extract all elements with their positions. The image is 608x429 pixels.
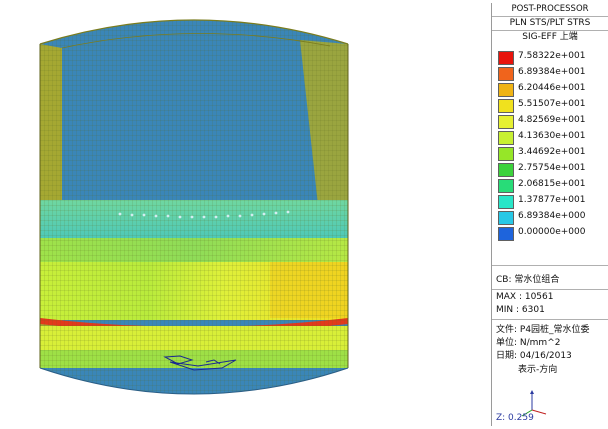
panel-title: POST-PROCESSOR [492, 3, 608, 17]
panel-component: SIG-EFF 上端 [522, 32, 578, 42]
legend-row: 7.58322e+001 [498, 50, 608, 66]
legend-swatch [498, 115, 514, 129]
legend-swatch [498, 227, 514, 241]
legend-value: 5.51507e+001 [518, 99, 586, 109]
legend-swatch [498, 195, 514, 209]
legend-value: 7.58322e+001 [518, 51, 586, 61]
legend-value: 2.75754e+001 [518, 163, 586, 173]
coord-z-readout: Z: 0.259 [496, 413, 534, 423]
legend-value: 1.37877e+001 [518, 195, 586, 205]
legend-swatch [498, 179, 514, 193]
legend-value: 6.89384e+000 [518, 211, 586, 221]
legend-value: 3.44692e+001 [518, 147, 586, 157]
legend-row: 2.75754e+001 [498, 162, 608, 178]
contour-legend: 7.58322e+001 6.89384e+001 6.20446e+001 5… [492, 50, 608, 242]
legend-swatch [498, 67, 514, 81]
file-name: 文件: P4园桩_常水位委 [496, 325, 590, 335]
panel-subtitle: PLN STS/PLT STRS [492, 17, 608, 31]
legend-swatch [498, 211, 514, 225]
model-viewport[interactable] [0, 0, 488, 427]
legend-swatch [498, 163, 514, 177]
legend-panel: POST-PROCESSOR PLN STS/PLT STRS SIG-EFF … [491, 3, 608, 426]
legend-swatch [498, 99, 514, 113]
view-direction-label: 表示-方向 [518, 365, 558, 375]
legend-row: 6.89384e+001 [498, 66, 608, 82]
legend-value: 4.13630e+001 [518, 131, 586, 141]
legend-row: 5.51507e+001 [498, 98, 608, 114]
legend-swatch [498, 51, 514, 65]
cylinder-contour-plot [39, 19, 349, 395]
legend-row: 4.82569e+001 [498, 114, 608, 130]
unit-label: 单位: N/mm^2 [496, 338, 561, 348]
legend-value: 6.20446e+001 [518, 83, 586, 93]
date-label: 日期: 04/16/2013 [496, 351, 572, 361]
min-value: MIN : 6301 [496, 305, 545, 315]
legend-row: 3.44692e+001 [498, 146, 608, 162]
view-axes-indicator[interactable]: Z: 0.259 [492, 380, 608, 426]
legend-row: 0.00000e+000 [498, 226, 608, 242]
legend-value: 4.82569e+001 [518, 115, 586, 125]
legend-row: 6.89384e+000 [498, 210, 608, 226]
legend-value: 0.00000e+000 [518, 227, 586, 237]
legend-row: 1.37877e+001 [498, 194, 608, 210]
legend-swatch [498, 83, 514, 97]
legend-row: 2.06815e+001 [498, 178, 608, 194]
legend-value: 2.06815e+001 [518, 179, 586, 189]
legend-value: 6.89384e+001 [518, 67, 586, 77]
legend-row: 4.13630e+001 [498, 130, 608, 146]
legend-row: 6.20446e+001 [498, 82, 608, 98]
load-combination: CB: 常水位组合 [496, 275, 560, 285]
legend-swatch [498, 131, 514, 145]
legend-swatch [498, 147, 514, 161]
max-value: MAX : 10561 [496, 292, 554, 302]
